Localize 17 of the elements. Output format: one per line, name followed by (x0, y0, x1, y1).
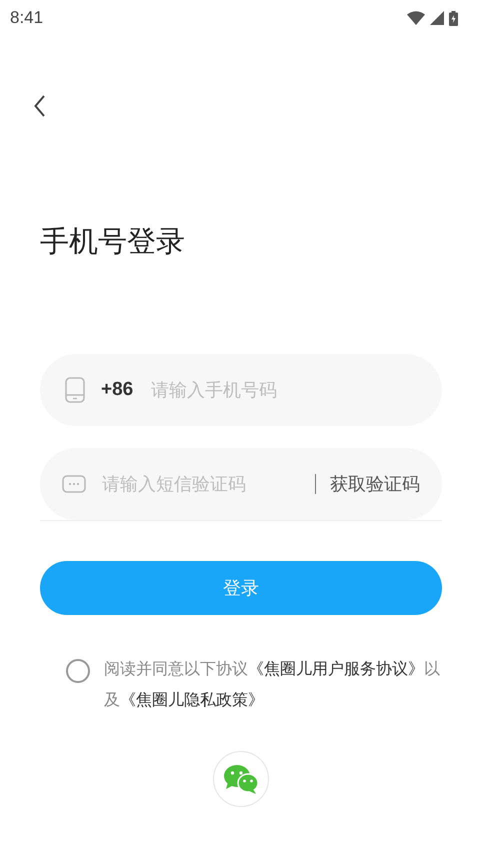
agreement-checkbox[interactable] (66, 659, 90, 683)
signal-icon (430, 11, 444, 25)
battery-icon (449, 10, 458, 26)
country-code[interactable]: +86 (101, 379, 134, 401)
agreement-link[interactable]: 《焦圈儿用户服务协议》 (248, 659, 424, 678)
message-icon (62, 475, 86, 493)
page-title: 手机号登录 (40, 223, 186, 260)
phone-number-input[interactable]: 请输入手机号码 (149, 378, 420, 402)
chat-bubbles-icon (223, 764, 259, 794)
verification-code-input[interactable]: 请输入短信验证码 (100, 472, 300, 496)
agreement-text: 阅读并同意以下协议《焦圈儿用户服务协议》以及《焦圈儿隐私政策》 (104, 658, 441, 711)
get-code-button[interactable]: 获取验证码 (330, 472, 420, 496)
back-icon[interactable] (34, 95, 46, 117)
phone-icon (65, 377, 85, 403)
wifi-icon (407, 11, 425, 25)
agreement-link[interactable]: 《焦圈儿隐私政策》 (120, 690, 264, 709)
status-time: 8:41 (10, 8, 44, 28)
